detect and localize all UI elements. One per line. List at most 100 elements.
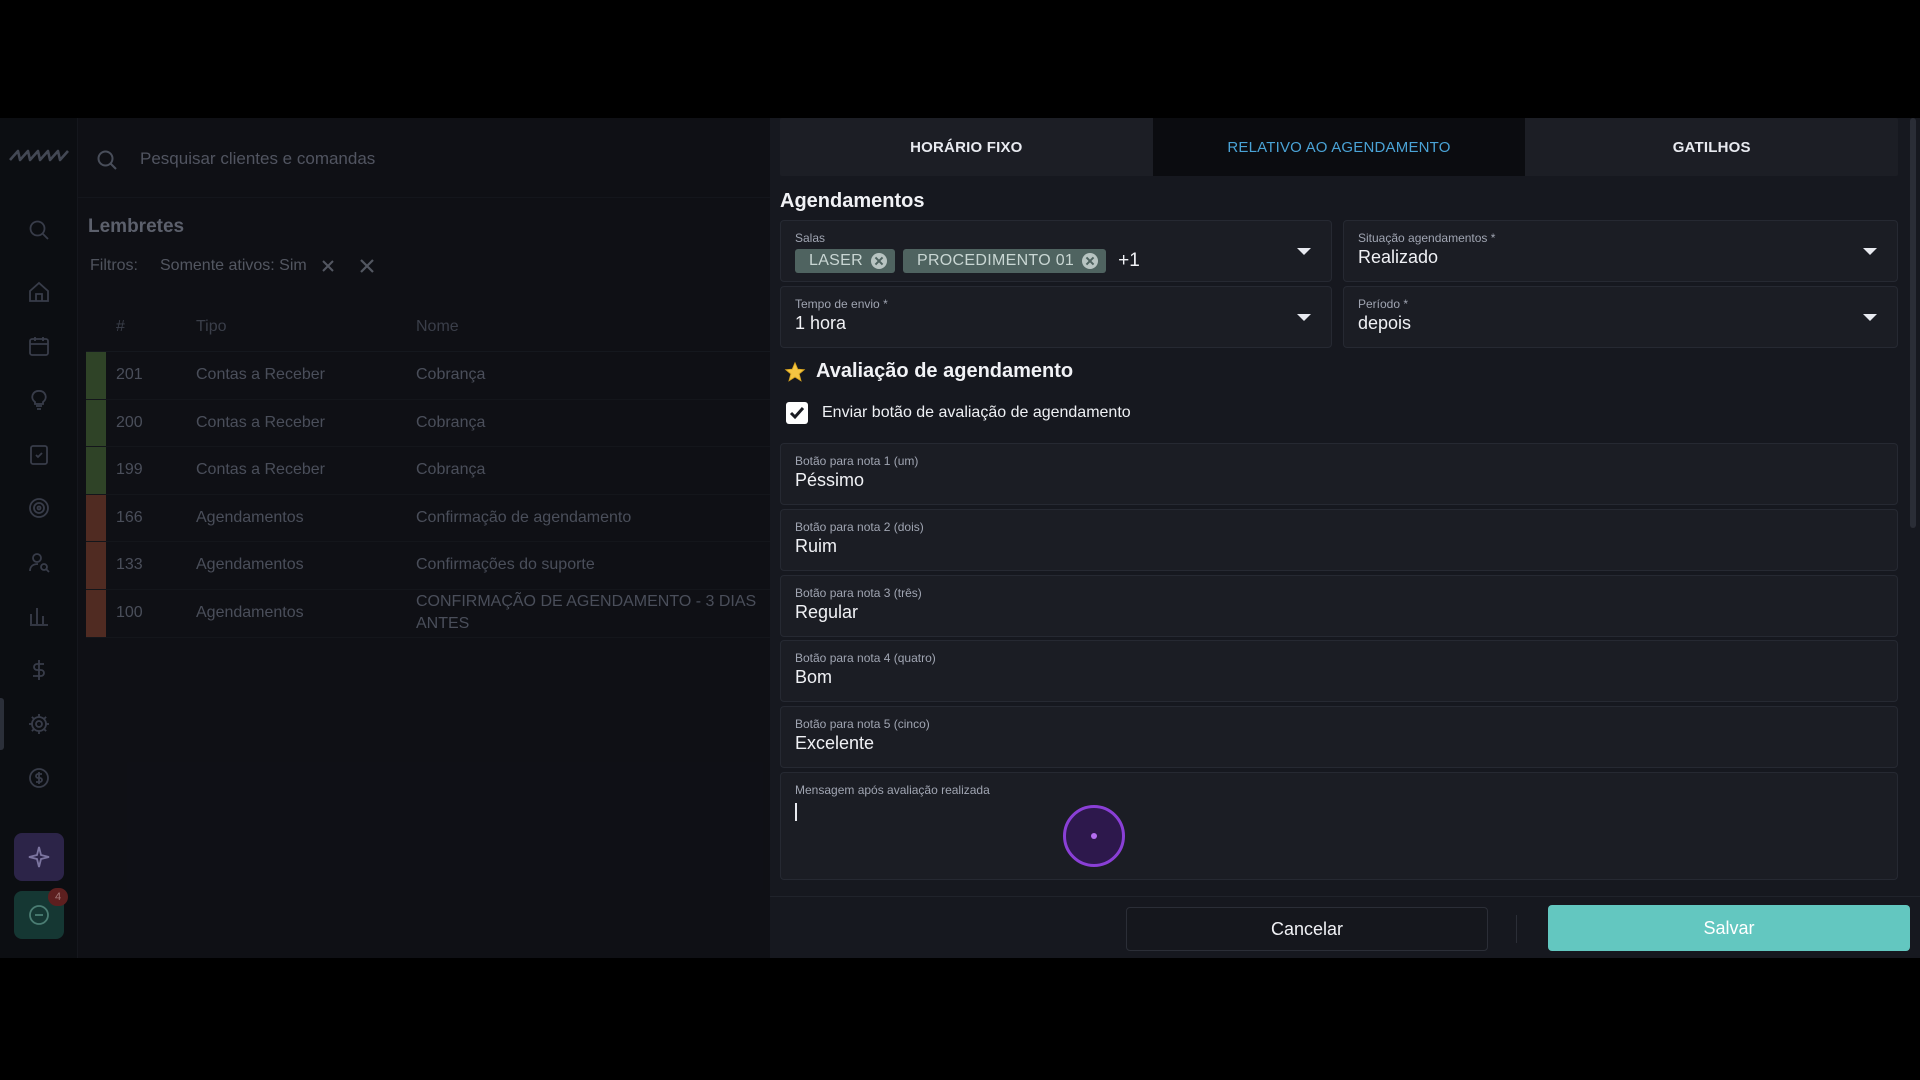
- salas-select[interactable]: Salas LASER PROCEDIMENTO 01 +1: [780, 220, 1332, 282]
- dialog-scrollbar[interactable]: [1910, 118, 1916, 528]
- row-type: Contas a Receber: [196, 461, 325, 479]
- save-button[interactable]: Salvar: [1548, 905, 1910, 951]
- section-title: Agendamentos: [780, 190, 925, 212]
- dollar-icon[interactable]: [27, 658, 51, 682]
- row-name: Cobrança: [416, 413, 486, 431]
- tab-horario-fixo[interactable]: HORÁRIO FIXO: [780, 118, 1153, 176]
- user-search-icon[interactable]: [27, 550, 51, 574]
- remove-tag-icon[interactable]: [1082, 253, 1099, 269]
- rating-checkbox-row[interactable]: Enviar botão de avaliação de agendamento: [786, 402, 1131, 424]
- clipboard-check-icon[interactable]: [27, 442, 51, 466]
- dollar-circle-icon[interactable]: [27, 766, 51, 790]
- salas-label: Salas: [795, 231, 826, 245]
- rating-button-3-field[interactable]: Botão para nota 3 (três) Regular: [780, 575, 1898, 637]
- column-header-type[interactable]: Tipo: [196, 318, 416, 336]
- rating-checkbox[interactable]: [786, 402, 808, 424]
- ai-assistant-button[interactable]: [14, 833, 64, 881]
- sidebar: 4: [0, 118, 78, 958]
- lightbulb-icon[interactable]: [27, 388, 51, 412]
- message-after-rating-textarea[interactable]: Mensagem após avaliação realizada: [780, 772, 1898, 880]
- table-row[interactable]: 133 Agendamentos Confirmações do suporte: [86, 542, 770, 590]
- row-name: CONFIRMAÇÃO DE AGENDAMENTO - 3 DIAS ANTE…: [416, 593, 757, 632]
- rating-button-4-field[interactable]: Botão para nota 4 (quatro) Bom: [780, 640, 1898, 702]
- target-icon[interactable]: [27, 496, 51, 520]
- column-header-name[interactable]: Nome: [416, 318, 770, 336]
- rating-button-1-field[interactable]: Botão para nota 1 (um) Péssimo: [780, 443, 1898, 505]
- rating-section-title: Avaliação de agendamento: [784, 360, 1073, 383]
- calendar-icon[interactable]: [27, 334, 51, 358]
- reminder-config-dialog: HORÁRIO FIXO RELATIVO AO AGENDAMENTO GAT…: [770, 118, 1920, 958]
- table-row[interactable]: 166 Agendamentos Confirmação de agendament…: [86, 494, 770, 542]
- remove-filter-icon[interactable]: [319, 257, 337, 275]
- row-type: Agendamentos: [196, 604, 304, 621]
- sparkle-icon: [28, 846, 50, 868]
- cancel-button[interactable]: Cancelar: [1126, 907, 1488, 951]
- chevron-down-icon: [1863, 314, 1877, 321]
- periodo-label: Período *: [1358, 297, 1409, 311]
- row-color-stripe: [86, 447, 106, 494]
- footer-divider: [1516, 915, 1517, 943]
- table-row[interactable]: 200 Contas a Receber Cobrança: [86, 399, 770, 447]
- tab-relativo-agendamento[interactable]: RELATIVO AO AGENDAMENTO: [1152, 118, 1526, 176]
- filters-label: Filtros:: [90, 257, 138, 274]
- remove-tag-icon[interactable]: [870, 253, 887, 269]
- row-name: Confirmação de agendamento: [416, 508, 632, 526]
- rating-button-5-field[interactable]: Botão para nota 5 (cinco) Excelente: [780, 706, 1898, 768]
- reminders-table: # Tipo Nome 201 Contas a Receber Cobrança 2…: [86, 302, 770, 638]
- tempo-label: Tempo de envio *: [795, 297, 888, 311]
- table-row[interactable]: 100 Agendamentos CONFIRMAÇÃO DE AGENDAMENT…: [86, 589, 770, 638]
- situacao-select[interactable]: Situação agendamentos * Realizado: [1343, 220, 1898, 282]
- situacao-value: Realizado: [1358, 247, 1439, 267]
- tag-procedimento: PROCEDIMENTO 01: [902, 249, 1107, 273]
- nav-active-indicator: [0, 698, 4, 750]
- text-cursor: [795, 803, 797, 821]
- check-icon: [789, 407, 805, 420]
- search-icon[interactable]: [27, 218, 51, 242]
- row-type: Contas a Receber: [196, 413, 325, 431]
- app-window: 4 Lembretes Filtros: Somente ativos: Sim…: [0, 118, 1920, 958]
- table-row[interactable]: 201 Contas a Receber Cobrança: [86, 352, 770, 400]
- home-icon[interactable]: [27, 280, 51, 304]
- row-color-stripe: [86, 494, 106, 541]
- chat-badge: 4: [48, 888, 68, 906]
- periodo-value: depois: [1358, 313, 1412, 333]
- search-icon: [96, 149, 118, 171]
- row-type: Agendamentos: [196, 508, 304, 526]
- periodo-select[interactable]: Período * depois: [1343, 286, 1898, 348]
- chevron-down-icon: [1863, 248, 1877, 255]
- row-name: Cobrança: [416, 366, 486, 384]
- row-color-stripe: [86, 352, 106, 399]
- star-icon: [784, 361, 806, 382]
- chevron-down-icon: [1297, 314, 1311, 321]
- chat-icon: [29, 905, 49, 925]
- search-input[interactable]: [140, 144, 700, 174]
- dialog-footer: Cancelar Salvar: [770, 896, 1920, 958]
- logo-icon: [9, 149, 69, 162]
- column-header-number[interactable]: #: [86, 318, 196, 336]
- rating-checkbox-label: Enviar botão de avaliação de agendamento: [822, 404, 1131, 421]
- reminders-page: 4 Lembretes Filtros: Somente ativos: Sim…: [0, 118, 770, 958]
- bar-chart-icon[interactable]: [27, 604, 51, 628]
- row-type: Agendamentos: [196, 556, 304, 574]
- rating-button-2-field[interactable]: Botão para nota 2 (dois) Ruim: [780, 509, 1898, 571]
- table-header: # Tipo Nome: [86, 302, 770, 352]
- tab-gatilhos[interactable]: GATILHOS: [1525, 118, 1898, 176]
- tempo-envio-select[interactable]: Tempo de envio * 1 hora: [780, 286, 1332, 348]
- tag-laser: LASER: [795, 249, 895, 273]
- row-type: Contas a Receber: [196, 366, 325, 384]
- row-color-stripe: [86, 542, 106, 589]
- table-row[interactable]: 199 Contas a Receber Cobrança: [86, 447, 770, 495]
- chevron-down-icon: [1297, 248, 1311, 255]
- click-indicator: [1063, 805, 1125, 867]
- clear-filters-icon[interactable]: [357, 256, 377, 276]
- gear-icon[interactable]: [27, 712, 51, 736]
- tab-bar: HORÁRIO FIXO RELATIVO AO AGENDAMENTO GAT…: [780, 118, 1898, 176]
- filter-chip: Somente ativos: Sim: [160, 257, 307, 274]
- filters-bar: Filtros: Somente ativos: Sim: [90, 256, 377, 276]
- situacao-label: Situação agendamentos *: [1358, 231, 1496, 245]
- top-bar: [78, 118, 770, 198]
- row-color-stripe: [86, 589, 106, 637]
- row-name: Cobrança: [416, 461, 486, 479]
- row-color-stripe: [86, 399, 106, 446]
- page-title: Lembretes: [88, 216, 185, 237]
